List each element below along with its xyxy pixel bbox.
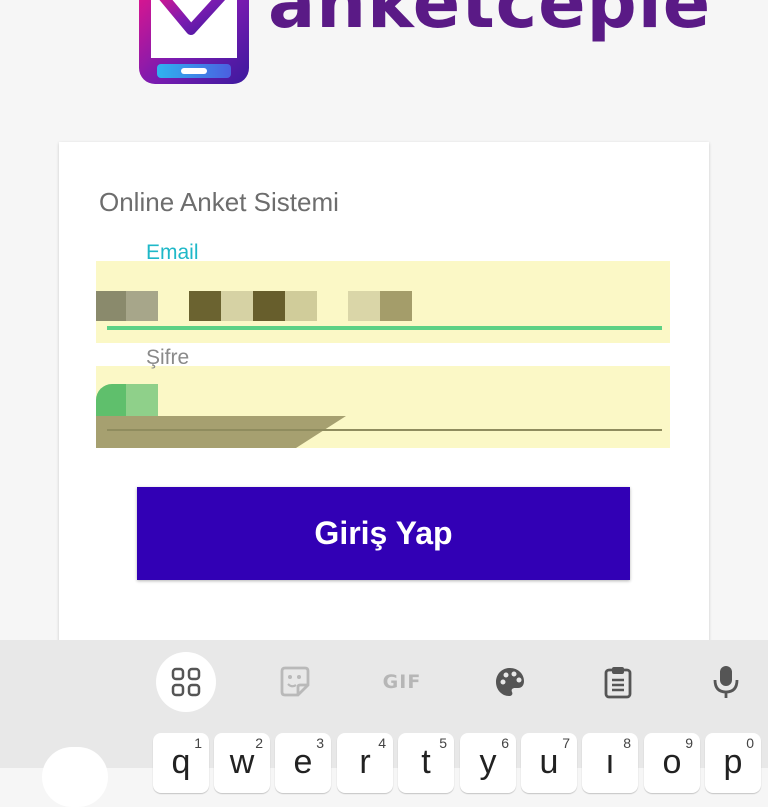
keyboard-side-key[interactable] [42,747,108,807]
key-hint: 6 [501,735,509,751]
key-hint: 7 [562,735,570,751]
apps-grid-icon[interactable] [156,652,216,712]
app-logo-text: anketceple [268,0,712,44]
email-field[interactable] [96,261,670,343]
sticker-icon[interactable] [265,652,325,712]
microphone-icon[interactable] [696,652,756,712]
email-underline [107,326,662,330]
gif-icon[interactable]: GIF [372,652,432,712]
gif-label: GIF [382,671,422,693]
app-logo-icon [139,0,249,84]
key-y[interactable]: y6 [460,733,516,793]
key-hint: 4 [378,735,386,751]
page-title: Online Anket Sistemi [99,187,339,217]
key-r[interactable]: r4 [337,733,393,793]
key-hint: 2 [255,735,263,751]
key-q[interactable]: q1 [153,733,209,793]
key-hint: 1 [194,735,202,751]
login-button[interactable]: Giriş Yap [137,487,630,580]
key-hint: 9 [685,735,693,751]
key-w[interactable]: w2 [214,733,270,793]
key-o[interactable]: o9 [644,733,700,793]
key-hint: 5 [439,735,447,751]
key-u[interactable]: u7 [521,733,577,793]
key-dotless-i[interactable]: ı8 [582,733,638,793]
key-hint: 3 [316,735,324,751]
password-underline [107,429,662,431]
soft-keyboard: GIF q1 w2 e3 r4 t5 y6 u7 ı8 o9 p0 [0,640,768,807]
clipboard-icon[interactable] [588,652,648,712]
key-p[interactable]: p0 [705,733,761,793]
key-hint: 8 [623,735,631,751]
palette-icon[interactable] [480,652,540,712]
password-field[interactable] [96,366,670,448]
key-t[interactable]: t5 [398,733,454,793]
key-hint: 0 [746,735,754,751]
login-card: Online Anket Sistemi Email Şifre Giriş Y… [59,142,709,662]
key-e[interactable]: e3 [275,733,331,793]
